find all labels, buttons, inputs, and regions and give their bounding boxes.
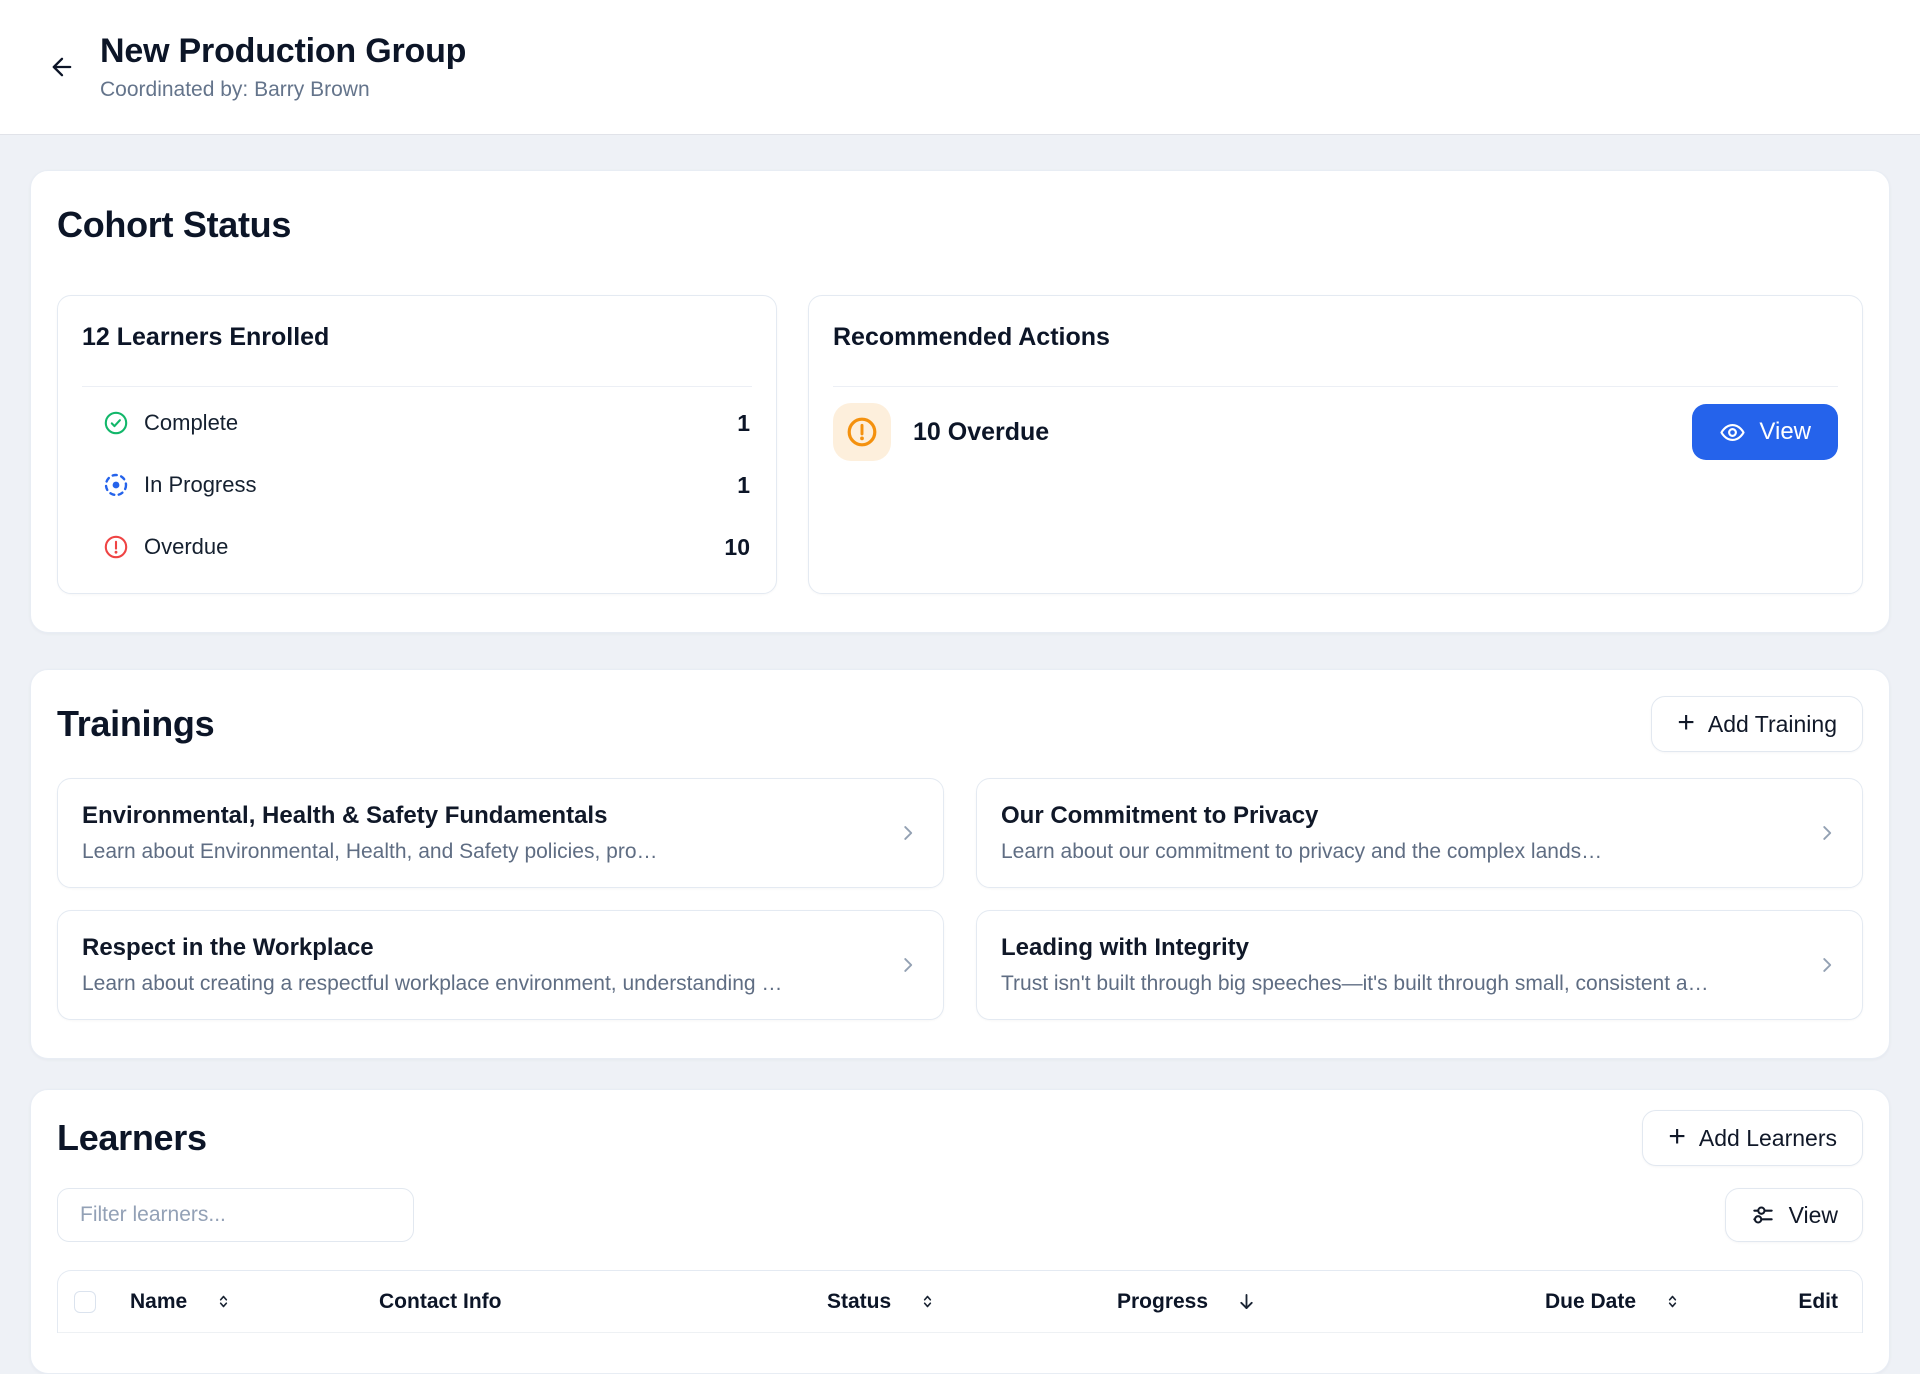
learners-section: Learners + Add Learners View Name xyxy=(30,1089,1890,1374)
learners-table-header: Name Contact Info Status Progress xyxy=(58,1271,1862,1333)
divider xyxy=(833,386,1838,387)
view-options-label: View xyxy=(1789,1202,1838,1229)
sort-icon[interactable] xyxy=(1664,1293,1681,1310)
back-button[interactable] xyxy=(40,45,84,89)
alert-circle-icon xyxy=(846,416,878,448)
status-label: Complete xyxy=(144,410,238,436)
column-header-contact-info: Contact Info xyxy=(379,1290,827,1314)
chevron-right-icon xyxy=(1816,954,1838,976)
add-learners-label: Add Learners xyxy=(1699,1125,1837,1152)
view-button-label: View xyxy=(1759,418,1811,446)
plus-icon: + xyxy=(1668,1122,1686,1152)
training-title: Environmental, Health & Safety Fundament… xyxy=(82,801,873,831)
overdue-badge xyxy=(833,403,891,461)
training-title: Leading with Integrity xyxy=(1001,933,1792,963)
column-header-edit: Edit xyxy=(1792,1290,1838,1314)
page-header: New Production Group Coordinated by: Bar… xyxy=(0,0,1920,134)
training-title: Our Commitment to Privacy xyxy=(1001,801,1792,831)
view-options-button[interactable]: View xyxy=(1725,1188,1863,1242)
add-training-button[interactable]: + Add Training xyxy=(1651,696,1863,752)
training-description: Learn about our commitment to privacy an… xyxy=(1001,839,1792,865)
status-row-complete: Complete 1 xyxy=(82,397,752,449)
sort-icon[interactable] xyxy=(919,1293,936,1310)
cohort-status-heading: Cohort Status xyxy=(57,203,1863,247)
learners-enrolled-card: 12 Learners Enrolled Complete 1 In Progr… xyxy=(57,295,777,594)
sort-icon[interactable] xyxy=(215,1293,232,1310)
add-training-label: Add Training xyxy=(1708,711,1837,738)
status-value: 10 xyxy=(724,534,750,561)
check-circle-icon xyxy=(104,411,128,435)
divider xyxy=(82,386,752,387)
learners-enrolled-title: 12 Learners Enrolled xyxy=(82,322,752,352)
training-card[interactable]: Environmental, Health & Safety Fundament… xyxy=(57,778,944,888)
status-value: 1 xyxy=(737,410,750,437)
page-subtitle: Coordinated by: Barry Brown xyxy=(100,78,466,102)
chevron-right-icon xyxy=(897,954,919,976)
training-card[interactable]: Our Commitment to Privacy Learn about ou… xyxy=(976,778,1863,888)
alert-circle-icon xyxy=(104,535,128,559)
status-value: 1 xyxy=(737,472,750,499)
learners-toolbar: View xyxy=(57,1188,1863,1242)
status-label: In Progress xyxy=(144,472,257,498)
training-description: Trust isn't built through big speeches—i… xyxy=(1001,971,1792,997)
filter-learners-input[interactable] xyxy=(57,1188,414,1242)
add-learners-button[interactable]: + Add Learners xyxy=(1642,1110,1863,1166)
column-header-due-date[interactable]: Due Date xyxy=(1545,1290,1792,1314)
column-header-name[interactable]: Name xyxy=(130,1290,379,1314)
overdue-count-label: 10 Overdue xyxy=(913,418,1049,447)
arrow-down-icon[interactable] xyxy=(1236,1291,1257,1312)
column-header-progress[interactable]: Progress xyxy=(1117,1290,1545,1314)
status-row-overdue: Overdue 10 xyxy=(82,521,752,573)
column-header-status[interactable]: Status xyxy=(827,1290,1117,1314)
training-card[interactable]: Respect in the Workplace Learn about cre… xyxy=(57,910,944,1020)
plus-icon: + xyxy=(1677,708,1695,738)
chevron-right-icon xyxy=(897,822,919,844)
sliders-icon xyxy=(1750,1202,1776,1228)
eye-icon xyxy=(1719,419,1746,446)
status-label: Overdue xyxy=(144,534,228,560)
recommended-action-row: 10 Overdue View xyxy=(833,403,1838,461)
trainings-section: Trainings + Add Training Environmental, … xyxy=(30,669,1890,1059)
arrow-left-icon xyxy=(48,53,76,81)
cohort-status-section: Cohort Status 12 Learners Enrolled Compl… xyxy=(30,170,1890,633)
learners-heading: Learners xyxy=(57,1116,207,1160)
chevron-right-icon xyxy=(1816,822,1838,844)
recommended-actions-card: Recommended Actions 10 Overdue View xyxy=(808,295,1863,594)
trainings-heading: Trainings xyxy=(57,702,214,746)
training-description: Learn about creating a respectful workpl… xyxy=(82,971,873,997)
status-row-in-progress: In Progress 1 xyxy=(82,459,752,511)
training-title: Respect in the Workplace xyxy=(82,933,873,963)
training-grid: Environmental, Health & Safety Fundament… xyxy=(57,778,1863,1020)
select-all-cell xyxy=(74,1291,130,1313)
in-progress-circle-icon xyxy=(104,473,128,497)
recommended-actions-title: Recommended Actions xyxy=(833,322,1838,352)
training-description: Learn about Environmental, Health, and S… xyxy=(82,839,873,865)
learners-table: Name Contact Info Status Progress xyxy=(57,1270,1863,1333)
training-card[interactable]: Leading with Integrity Trust isn't built… xyxy=(976,910,1863,1020)
select-all-checkbox[interactable] xyxy=(74,1291,96,1313)
view-overdue-button[interactable]: View xyxy=(1692,404,1838,460)
page-title: New Production Group xyxy=(100,32,466,70)
